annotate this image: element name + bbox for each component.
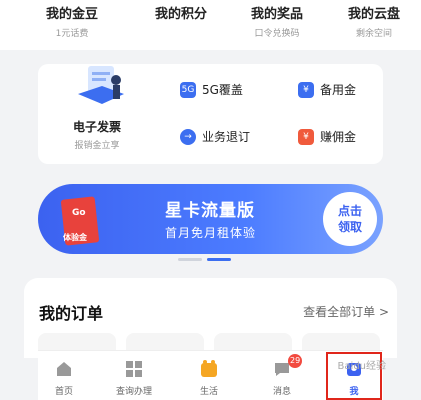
service-commission[interactable]: ¥ 赚佣金 <box>298 128 356 145</box>
unread-badge: 29 <box>288 354 303 368</box>
banner-subtitle: 首月免月租体验 <box>165 226 257 240</box>
service-label: 业务退订 <box>202 130 251 144</box>
tab-home[interactable]: 首页 <box>38 351 90 400</box>
promo-banner[interactable]: Go 体验金 星卡流量版 首月免月租体验 点击 领取 <box>38 184 383 254</box>
stat-prizes[interactable]: 我的奖品 口令兑换码 <box>251 0 303 39</box>
grid-icon <box>126 361 142 377</box>
claim-button-label: 点击 领取 <box>337 204 362 234</box>
stat-points[interactable]: 我的积分 <box>155 0 207 26</box>
reserve-fund-icon: ¥ <box>298 81 314 98</box>
redpack-tag: 体验金 <box>63 233 87 242</box>
commission-icon: ¥ <box>298 128 314 145</box>
e-invoice-tile[interactable]: 电子发票 报销金立享 <box>38 64 156 164</box>
home-icon <box>57 362 71 376</box>
carousel-dot[interactable] <box>178 258 202 261</box>
service-5g-coverage[interactable]: 5G 5G覆盖 <box>180 81 243 98</box>
stat-subtitle: 口令兑换码 <box>254 29 300 39</box>
watermark: Baidu经验 <box>337 361 386 372</box>
claim-button[interactable]: 点击 领取 <box>323 192 377 246</box>
orders-section: 我的订单 查看全部订单 > <box>24 278 397 358</box>
tab-life[interactable]: 生活 <box>183 351 235 400</box>
bottom-tab-bar: 首页 查询办理 生活 29 消息 我 <box>38 350 383 400</box>
stat-subtitle: 1元话费 <box>55 29 89 39</box>
tab-label: 查询办理 <box>115 387 152 397</box>
unsubscribe-icon: → <box>180 128 196 145</box>
services-card: 电子发票 报销金立享 5G 5G覆盖 ¥ 备用金 → 业务退订 ¥ 赚佣金 <box>38 64 383 164</box>
tab-label: 消息 <box>272 387 291 397</box>
stat-title: 我的奖品 <box>251 7 304 22</box>
redpack-go-label: Go <box>72 208 86 218</box>
5g-icon: 5G <box>180 81 196 98</box>
stat-title: 我的云盘 <box>348 7 401 22</box>
stat-title: 我的积分 <box>155 7 208 22</box>
tab-messages[interactable]: 29 消息 <box>256 351 308 400</box>
tab-label: 生活 <box>199 387 218 397</box>
invoice-subtitle: 报销金立享 <box>74 141 120 151</box>
banner-title: 星卡流量版 <box>165 201 255 221</box>
tab-query[interactable]: 查询办理 <box>108 351 160 400</box>
invoice-illustration-icon <box>78 66 124 104</box>
stat-gold-beans[interactable]: 我的金豆 1元话费 <box>46 0 98 39</box>
service-reserve-fund[interactable]: ¥ 备用金 <box>298 81 356 98</box>
carousel-indicator <box>178 258 231 261</box>
service-label: 备用金 <box>320 83 357 97</box>
service-label: 赚佣金 <box>320 130 357 144</box>
stat-subtitle: 剩余空间 <box>356 29 393 39</box>
life-icon <box>201 360 217 377</box>
service-label: 5G覆盖 <box>202 83 243 97</box>
invoice-title: 电子发票 <box>72 120 121 134</box>
tab-label: 首页 <box>54 387 73 397</box>
service-unsubscribe[interactable]: → 业务退订 <box>180 128 250 145</box>
stats-row: 我的金豆 1元话费 我的积分 我的奖品 口令兑换码 我的云盘 剩余空间 <box>0 0 421 50</box>
view-all-orders-link[interactable]: 查看全部订单 > <box>303 303 389 320</box>
stat-cloud-drive[interactable]: 我的云盘 剩余空间 <box>348 0 400 39</box>
orders-title: 我的订单 <box>39 304 104 323</box>
carousel-dot-active[interactable] <box>207 258 231 261</box>
stat-title: 我的金豆 <box>46 7 99 22</box>
